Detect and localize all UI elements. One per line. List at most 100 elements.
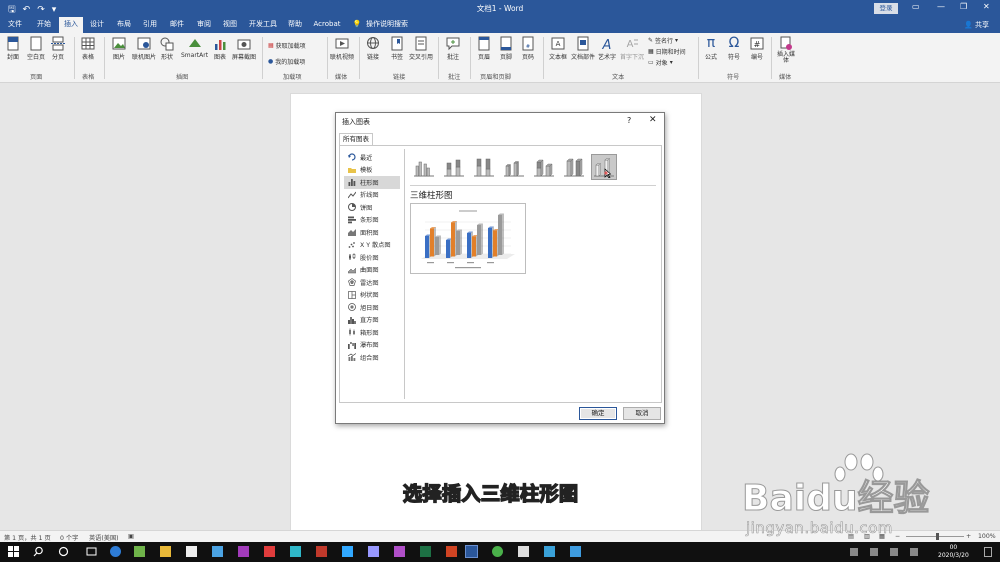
page-number-button[interactable]: # 页码 [521,36,535,61]
battery-icon[interactable] [910,548,918,556]
category-recent[interactable]: 最近 [344,151,400,164]
cover-page-button[interactable]: 封面 [6,36,20,61]
category-boxwhisker[interactable]: 箱形图 [344,326,400,339]
category-bar[interactable]: 条形图 [344,214,400,227]
app-icon-6[interactable] [316,546,327,557]
category-stock[interactable]: 股价图 [344,251,400,264]
app-icon-8[interactable] [518,546,529,557]
bookmark-button[interactable]: 书签 [390,36,404,61]
category-area[interactable]: 面积图 [344,226,400,239]
app-icon-3[interactable] [238,546,249,557]
table-button[interactable]: 表格 [81,36,95,61]
premiere-icon[interactable] [368,546,379,557]
page-count[interactable]: 第 1 页，共 1 页 [4,533,51,542]
tab-design[interactable]: 设计 [86,17,108,33]
category-pie[interactable]: 饼图 [344,201,400,214]
category-combo[interactable]: 组合图 [344,351,400,364]
equation-button[interactable]: π 公式 [704,36,718,62]
photoshop-icon[interactable] [342,546,353,557]
picture-button[interactable]: 图片 [112,36,126,61]
restore-icon[interactable]: ❐ [960,2,967,11]
cross-reference-button[interactable]: 交叉引用 [409,36,433,61]
signature-line-button[interactable]: ✎ 签名行 ▾ [648,36,678,45]
tab-file[interactable]: 文件 [4,17,26,33]
online-video-button[interactable]: 联机视频 [330,36,354,61]
subtype-clustered-column[interactable] [411,154,437,180]
app-icon-2[interactable] [212,546,223,557]
macro-icon[interactable]: ▣ [128,533,134,540]
tell-me-search[interactable]: 操作说明搜索 [364,17,410,33]
insert-media-button[interactable]: 插入媒体 [777,36,795,64]
subtype-stacked-column[interactable] [441,154,467,180]
tab-view[interactable]: 视图 [219,17,241,33]
category-radar[interactable]: 雷达图 [344,276,400,289]
close-icon[interactable]: ✕ [983,2,990,11]
category-column[interactable]: 柱形图 [344,176,400,189]
tab-insert[interactable]: 插入 [59,17,83,33]
textbox-button[interactable]: A 文本框 [549,36,567,61]
cancel-button[interactable]: 取消 [623,407,661,420]
minimize-icon[interactable]: — [937,2,945,11]
app-icon-10[interactable] [570,546,581,557]
ok-button[interactable]: 确定 [579,407,617,420]
tab-help[interactable]: 帮助 [284,17,306,33]
category-templates[interactable]: 模板 [344,164,400,177]
subtype-3d-column[interactable] [591,154,617,180]
blank-page-button[interactable]: 空白页 [27,36,45,61]
category-surface[interactable]: 曲面图 [344,264,400,277]
app-icon-5[interactable] [290,546,301,557]
wordart-button[interactable]: A 艺术字 [598,36,616,61]
object-button[interactable]: ▭ 对象 ▾ [648,58,673,67]
tray-icon[interactable] [850,548,858,556]
footer-button[interactable]: 页脚 [499,36,513,61]
excel-icon[interactable] [420,546,431,557]
subtype-3d-clustered-column[interactable] [501,154,527,180]
comment-button[interactable]: 批注 [446,36,460,61]
my-addins-button[interactable]: ● 我的加载项 [268,57,305,66]
page-break-button[interactable]: 分页 [51,36,65,61]
number-button[interactable]: # 编号 [750,36,764,61]
powerpoint-icon[interactable] [446,546,457,557]
category-histogram[interactable]: 直方图 [344,314,400,327]
word-count[interactable]: 0 个字 [60,533,78,542]
file-explorer-icon[interactable] [160,546,171,557]
get-addins-button[interactable]: ▦ 获取加载项 [268,41,306,50]
ribbon-display-icon[interactable]: ▭ [912,2,920,11]
wechat-icon[interactable] [492,546,503,557]
screenshot-button[interactable]: 屏幕截图 [232,36,256,61]
category-treemap[interactable]: 树状图 [344,289,400,302]
header-button[interactable]: 页眉 [477,36,491,61]
category-waterfall[interactable]: 瀑布图 [344,339,400,352]
smartart-button[interactable]: SmartArt [181,36,208,59]
chart-button[interactable]: 图表 [213,36,227,61]
online-picture-button[interactable]: 联机图片 [132,36,156,61]
tab-review[interactable]: 审阅 [193,17,215,33]
help-button[interactable]: ? [627,116,631,125]
share-button[interactable]: 👤 共享 [964,20,989,30]
tab-acrobat[interactable]: Acrobat [312,17,342,33]
app-icon-4[interactable] [264,546,275,557]
chart-preview[interactable] [410,203,526,274]
cortana-icon[interactable] [58,546,69,557]
date-time-button[interactable]: ▦ 日期和时间 [648,47,686,56]
drop-cap-button[interactable]: A 首字下沉 [620,36,644,61]
word-icon[interactable] [465,545,478,558]
category-line[interactable]: 折线图 [344,189,400,202]
windows-start-icon[interactable] [8,546,19,557]
language-indicator[interactable]: 英语(美国) [89,533,119,542]
symbol-button[interactable]: Ω 符号 [727,36,741,62]
link-button[interactable]: 链接 [366,36,380,61]
tab-all-charts[interactable]: 所有图表 [339,133,373,145]
volume-icon[interactable] [890,548,898,556]
subtype-3d-stacked-column[interactable] [531,154,557,180]
task-view-icon[interactable] [86,546,97,557]
shapes-button[interactable]: 形状 [160,36,174,61]
app-icon-7[interactable] [394,546,405,557]
app-icon-1[interactable] [134,546,145,557]
network-icon[interactable] [870,548,878,556]
taskbar-clock[interactable]: 00 2020/3/20 [938,544,969,560]
notification-icon[interactable] [984,547,992,557]
tab-developer[interactable]: 开发工具 [246,17,280,33]
tab-home[interactable]: 开始 [32,17,56,33]
category-scatter[interactable]: X Y 散点图 [344,239,400,252]
